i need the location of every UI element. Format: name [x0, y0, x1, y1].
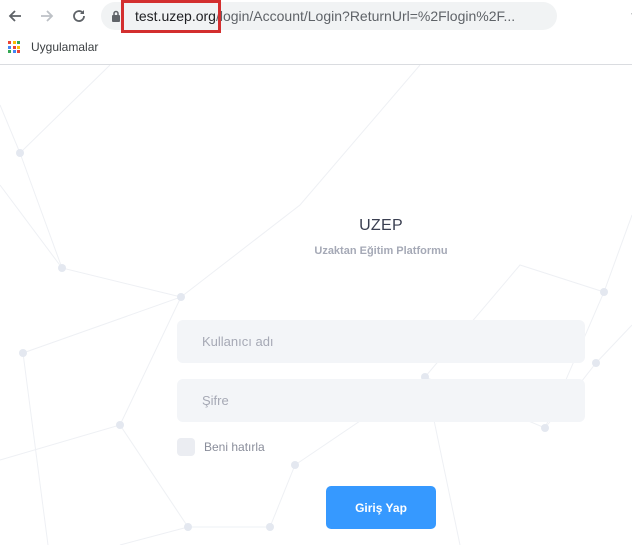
username-input[interactable] — [177, 320, 585, 363]
login-button[interactable]: Giriş Yap — [326, 486, 436, 529]
brand-subtitle: Uzaktan Eğitim Platformu — [314, 245, 448, 257]
browser-toolbar: test.uzep.org/login/Account/Login?Return… — [0, 0, 632, 33]
password-input[interactable] — [177, 379, 585, 422]
brand-title: UZEP — [359, 217, 403, 234]
remember-label: Beni hatırla — [204, 440, 265, 454]
reload-icon — [73, 10, 85, 22]
forward-icon — [41, 10, 54, 22]
reload-button[interactable] — [67, 4, 91, 28]
apps-bookmark-label[interactable]: Uygulamalar — [31, 40, 98, 54]
back-button[interactable] — [3, 4, 27, 28]
apps-icon[interactable] — [8, 41, 20, 53]
network-background — [0, 65, 632, 545]
remember-me[interactable]: Beni hatırla — [177, 438, 265, 456]
url-highlight-box — [121, 0, 221, 33]
forward-button[interactable] — [35, 4, 59, 28]
login-page: UZEP Uzaktan Eğitim Platformu Beni hatır… — [0, 65, 632, 545]
url-path: /login/Account/Login?ReturnUrl=%2Flogin%… — [215, 8, 516, 24]
remember-checkbox[interactable] — [177, 438, 195, 456]
lock-icon — [112, 10, 120, 22]
back-icon — [8, 10, 21, 22]
bookmarks-bar: Uygulamalar — [0, 34, 632, 65]
